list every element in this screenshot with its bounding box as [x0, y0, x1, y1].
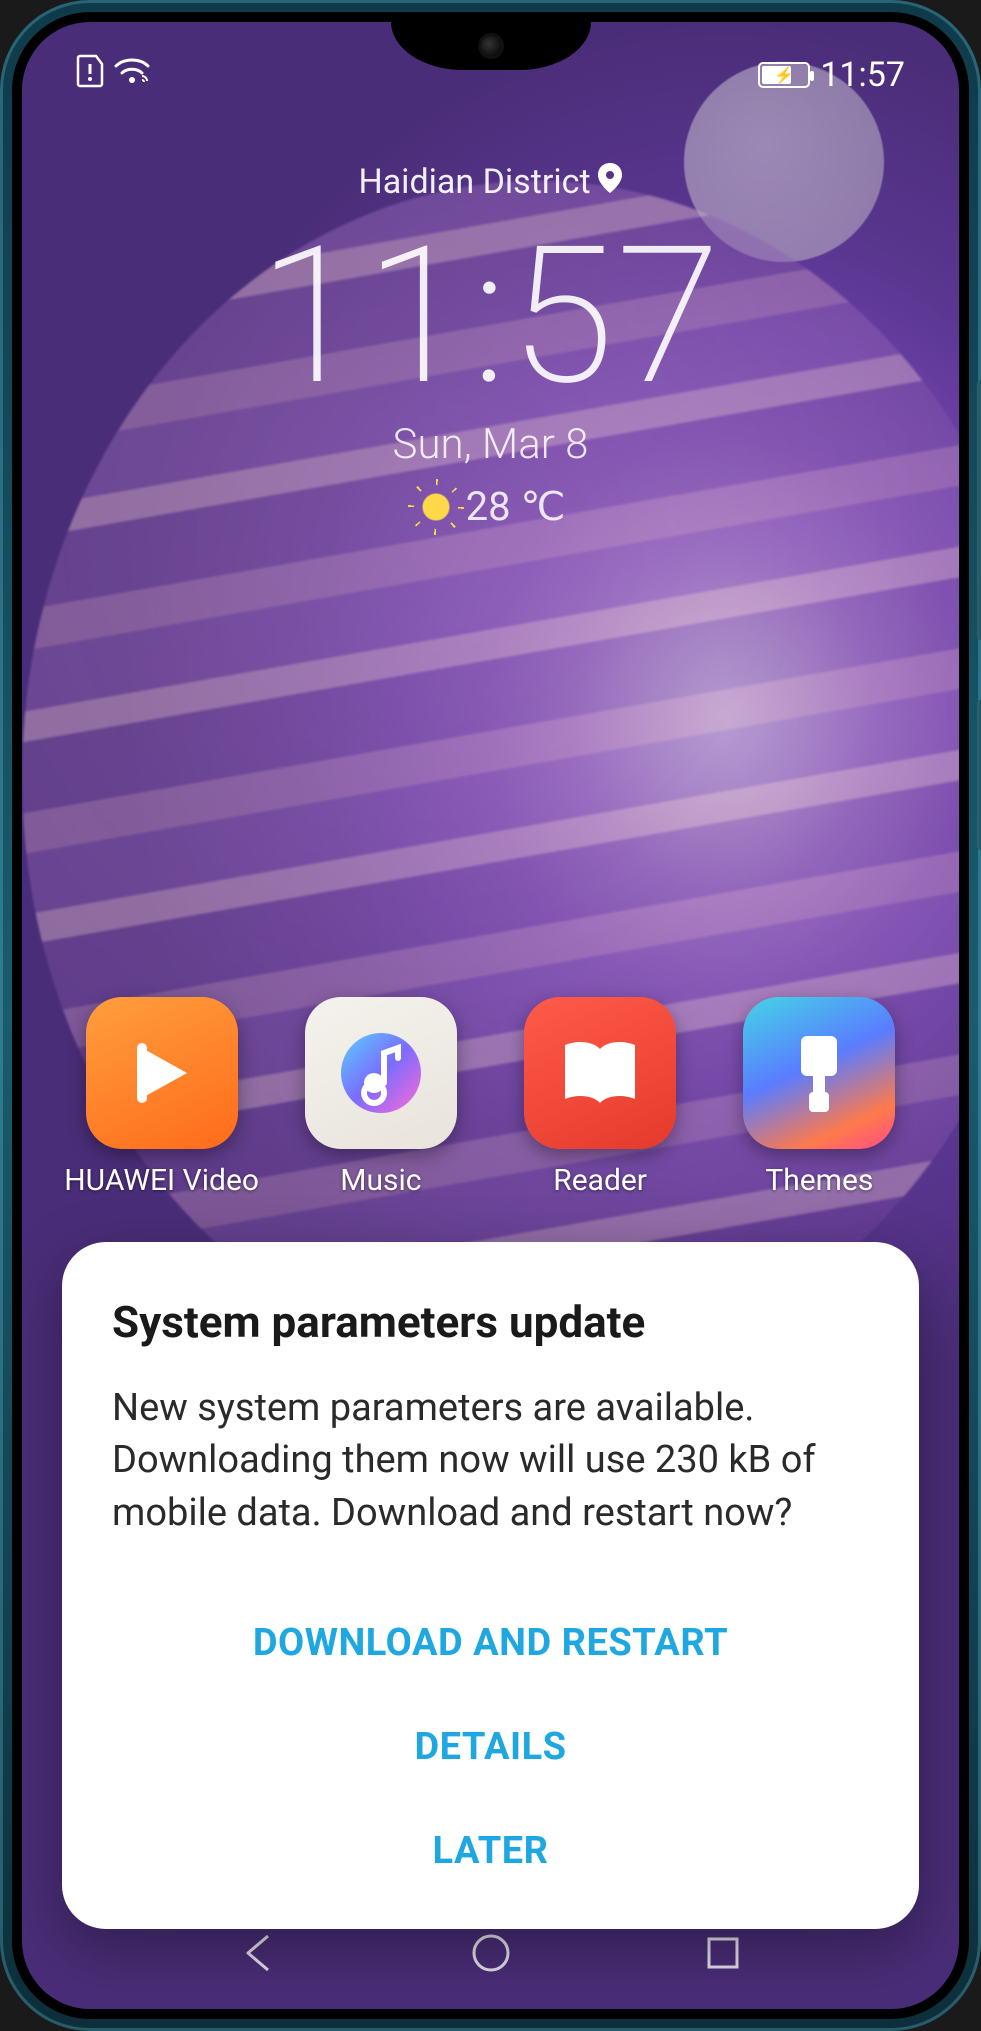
lockscreen-content: Haidian District 11:57 Sun, Mar 8 28 ℃ [22, 162, 959, 531]
details-button[interactable]: DETAILS [112, 1697, 869, 1797]
location-text: Haidian District [358, 162, 590, 202]
app-themes[interactable]: Themes [729, 997, 909, 1198]
app-huawei-video[interactable]: HUAWEI Video [72, 997, 252, 1198]
status-time: 11:57 [820, 55, 905, 95]
weather-row[interactable]: 28 ℃ [416, 483, 566, 530]
download-restart-button[interactable]: DOWNLOAD AND RESTART [112, 1593, 869, 1693]
app-label: HUAWEI Video [64, 1163, 259, 1198]
power-button[interactable] [977, 700, 981, 850]
dialog-title: System parameters update [112, 1296, 869, 1348]
app-reader[interactable]: Reader [510, 997, 690, 1198]
status-left [76, 54, 150, 96]
lockscreen-date: Sun, Mar 8 [22, 420, 959, 469]
volume-button[interactable] [977, 380, 981, 640]
back-button[interactable] [238, 1932, 280, 1974]
music-icon [305, 997, 457, 1149]
app-label: Music [340, 1163, 421, 1198]
recent-apps-button[interactable] [702, 1932, 744, 1974]
app-label: Reader [553, 1163, 647, 1198]
location-row[interactable]: Haidian District [358, 162, 622, 202]
dialog-buttons: DOWNLOAD AND RESTART DETAILS LATER [112, 1593, 869, 1901]
status-right: ⚡ 11:57 [758, 55, 905, 95]
charging-bolt-icon: ⚡ [774, 66, 794, 85]
temperature-text: 28 ℃ [466, 483, 566, 530]
sim-alert-icon [76, 54, 104, 96]
front-camera [481, 36, 501, 56]
lockscreen-time: 11:57 [22, 222, 959, 412]
wifi-icon [114, 56, 150, 94]
sun-icon [416, 487, 456, 527]
location-pin-icon [597, 162, 623, 202]
book-icon [524, 997, 676, 1149]
app-music[interactable]: Music [291, 997, 471, 1198]
video-icon [86, 997, 238, 1149]
phone-frame: ⚡ 11:57 Haidian District 11:57 Sun, Mar … [0, 0, 981, 2031]
home-button[interactable] [470, 1932, 512, 1974]
brush-icon [743, 997, 895, 1149]
app-label: Themes [765, 1163, 873, 1198]
battery-icon: ⚡ [758, 62, 810, 88]
screen: ⚡ 11:57 Haidian District 11:57 Sun, Mar … [22, 22, 959, 2009]
system-update-dialog: System parameters update New system para… [62, 1242, 919, 1929]
later-button[interactable]: LATER [112, 1801, 869, 1901]
phone-bezel: ⚡ 11:57 Haidian District 11:57 Sun, Mar … [12, 12, 969, 2019]
dialog-body: New system parameters are available. Dow… [112, 1382, 869, 1539]
app-row: HUAWEI Video [22, 997, 959, 1198]
